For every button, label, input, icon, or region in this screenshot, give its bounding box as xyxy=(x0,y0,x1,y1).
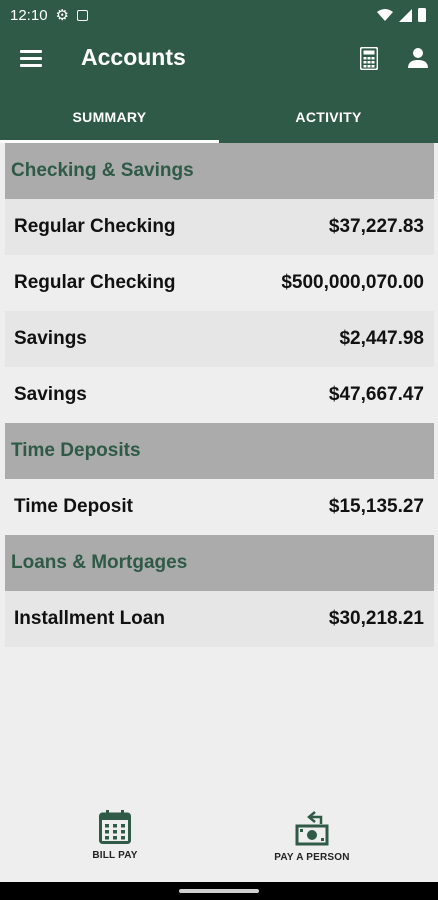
pay-person-icon xyxy=(295,811,329,846)
calendar-icon xyxy=(99,810,131,844)
section-header-loans-mortgages: Loans & Mortgages xyxy=(5,535,434,591)
status-indicators xyxy=(377,0,426,30)
account-balance: $47,667.47 xyxy=(328,384,424,405)
account-row[interactable]: Savings $2,447.98 xyxy=(5,311,434,367)
page-title: Accounts xyxy=(81,44,186,70)
pay-a-person-button[interactable]: PAY A PERSON xyxy=(252,810,372,870)
accounts-screen: 12:10 ⚙ Accounts SUMMARY ACTIVITY Checki… xyxy=(0,0,438,900)
status-bar: 12:10 ⚙ xyxy=(0,0,438,30)
account-name: Savings xyxy=(14,328,87,349)
wifi-icon xyxy=(377,8,393,21)
bill-pay-button[interactable]: BILL PAY xyxy=(55,810,175,870)
account-balance: $500,000,070.00 xyxy=(281,272,424,293)
bottom-nav: BILL PAY PAY A PERSON xyxy=(0,800,438,880)
battery-icon xyxy=(418,8,426,22)
account-name: Time Deposit xyxy=(14,496,133,517)
account-row[interactable]: Time Deposit $15,135.27 xyxy=(5,479,434,535)
account-row[interactable]: Regular Checking $500,000,070.00 xyxy=(5,255,434,311)
account-row[interactable]: Savings $47,667.47 xyxy=(5,367,434,423)
account-balance: $2,447.98 xyxy=(339,328,424,349)
account-name: Regular Checking xyxy=(14,216,176,237)
user-icon[interactable] xyxy=(407,47,429,69)
message-icon xyxy=(77,9,88,21)
home-handle[interactable] xyxy=(179,889,259,893)
account-balance: $37,227.83 xyxy=(328,216,424,237)
accounts-list: Checking & Savings Regular Checking $37,… xyxy=(5,143,434,647)
account-name: Regular Checking xyxy=(14,272,176,293)
account-name: Savings xyxy=(14,384,87,405)
tab-bar: SUMMARY ACTIVITY xyxy=(0,90,438,143)
pay-a-person-label: PAY A PERSON xyxy=(274,852,350,863)
account-name: Installment Loan xyxy=(14,608,165,629)
bill-pay-label: BILL PAY xyxy=(92,850,138,861)
menu-icon[interactable] xyxy=(20,50,42,67)
gear-icon: ⚙ xyxy=(55,7,69,24)
section-header-checking-savings: Checking & Savings xyxy=(5,143,434,199)
tab-activity[interactable]: ACTIVITY xyxy=(219,90,438,143)
account-row[interactable]: Installment Loan $30,218.21 xyxy=(5,591,434,647)
account-balance: $30,218.21 xyxy=(328,608,424,629)
tab-summary[interactable]: SUMMARY xyxy=(0,90,219,143)
account-balance: $15,135.27 xyxy=(328,496,424,517)
signal-icon xyxy=(399,8,412,22)
gesture-bar xyxy=(0,882,438,900)
status-time: 12:10 xyxy=(10,6,48,24)
app-bar: Accounts xyxy=(0,30,438,90)
section-header-time-deposits: Time Deposits xyxy=(5,423,434,479)
calculator-icon[interactable] xyxy=(360,47,378,70)
account-row[interactable]: Regular Checking $37,227.83 xyxy=(5,199,434,255)
